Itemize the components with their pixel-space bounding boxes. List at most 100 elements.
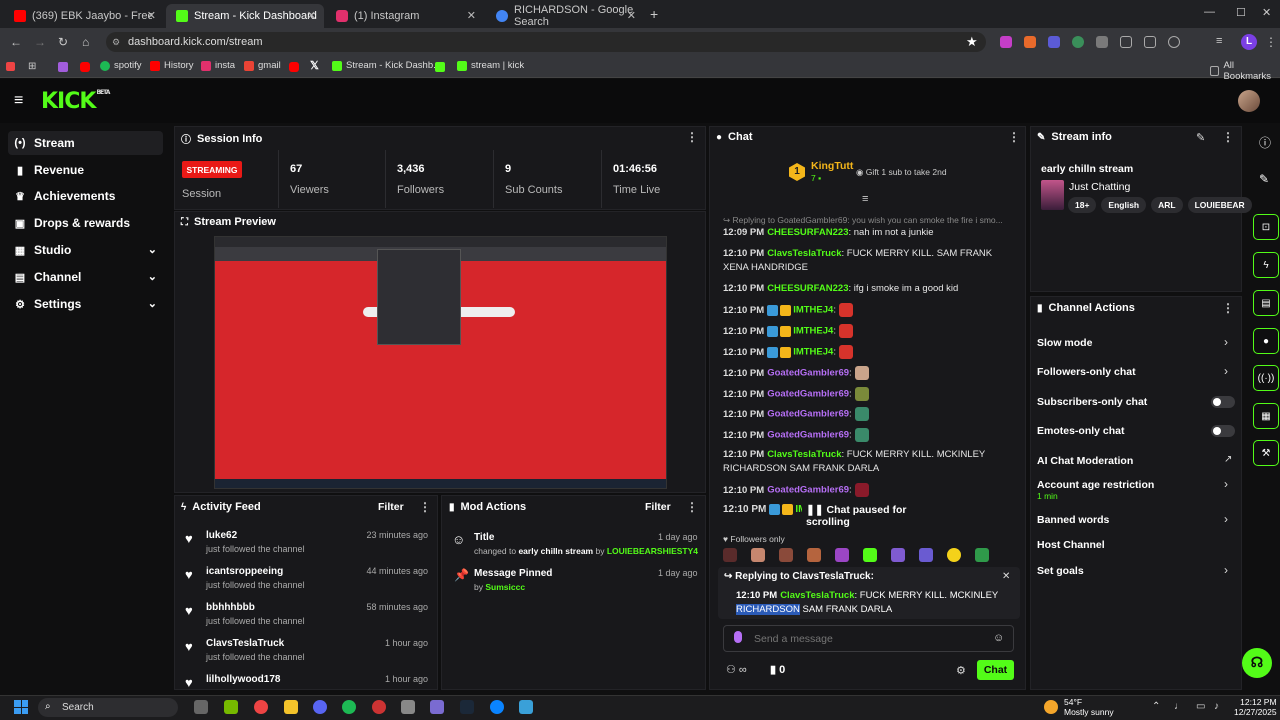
browser-tab[interactable]: (369) EBK Jaaybo - Free Whoa ✕: [4, 4, 164, 28]
chat-username[interactable]: IMTHEJ4: [793, 326, 833, 337]
home-icon[interactable]: ⌂: [82, 35, 89, 49]
sidebar-item-stream[interactable]: (•) Stream: [8, 131, 163, 155]
tag-chip[interactable]: ARL: [1151, 197, 1183, 213]
mod-user[interactable]: Sumsiccc: [485, 582, 525, 592]
channel-action-item[interactable]: Host Channel: [1037, 539, 1105, 551]
puzzle-icon[interactable]: [1120, 36, 1132, 48]
chat-emote[interactable]: [854, 366, 869, 380]
nvidia-icon[interactable]: [224, 700, 238, 714]
rail-document-icon[interactable]: ▤: [1253, 290, 1279, 316]
sidebar-item-settings[interactable]: ⚙ Settings ⌄: [8, 292, 163, 316]
channel-action-item[interactable]: Emotes-only chat: [1037, 425, 1125, 437]
download-icon[interactable]: [1168, 36, 1180, 48]
game-icon[interactable]: [430, 700, 444, 714]
maximize-icon[interactable]: ☐: [1236, 6, 1246, 19]
microphone-icon[interactable]: ♩: [1174, 701, 1184, 712]
chevron-right-icon[interactable]: ›: [1224, 512, 1228, 526]
hamburger-menu-icon[interactable]: ≡: [14, 92, 23, 110]
chat-username[interactable]: GoatedGambler69: [767, 430, 849, 441]
mod-user[interactable]: LOUIEBEARSHIESTY4: [607, 546, 698, 556]
back-icon[interactable]: ←: [10, 35, 22, 49]
activity-filter-button[interactable]: Filter: [378, 501, 404, 513]
activity-username[interactable]: bbhhhbbb: [206, 602, 255, 613]
emoji-icon[interactable]: ☺: [993, 632, 1004, 644]
chat-menu-icon[interactable]: ⋮: [1008, 130, 1020, 144]
bookmark-icon[interactable]: [58, 62, 68, 72]
stream-info-menu-icon[interactable]: ⋮: [1222, 130, 1234, 144]
browser-tab-active[interactable]: Stream - Kick Dashboard ✕: [166, 4, 324, 28]
network-icon[interactable]: ▭: [1196, 701, 1205, 712]
bookmark-history[interactable]: History: [150, 60, 194, 71]
bookmark-kick-dashboard[interactable]: Stream - Kick Dashb...: [332, 60, 441, 71]
extension-icon[interactable]: [1024, 36, 1036, 48]
sidebar-icon[interactable]: [1144, 36, 1156, 48]
chat-emote[interactable]: [854, 428, 869, 442]
extension-icon[interactable]: [1000, 36, 1012, 48]
chat-emote[interactable]: [854, 387, 869, 401]
chrome-icon[interactable]: [254, 700, 268, 714]
forward-icon[interactable]: →: [34, 35, 46, 49]
weather-widget[interactable]: 54°F Mostly sunny: [1064, 697, 1114, 717]
taskbar-search[interactable]: Search: [38, 698, 178, 717]
extension-icon[interactable]: [1096, 36, 1108, 48]
emote[interactable]: [751, 548, 765, 562]
tag-chip[interactable]: English: [1101, 197, 1147, 213]
clock[interactable]: 12:12 PM 12/27/2025: [1234, 697, 1277, 717]
emote[interactable]: [919, 548, 933, 562]
gift-sub-prompt[interactable]: ◉ Gift 1 sub to take 2nd: [856, 167, 947, 178]
emote[interactable]: [807, 548, 821, 562]
chat-emote[interactable]: [854, 407, 869, 421]
more-menu-icon[interactable]: ⋮: [1265, 35, 1277, 49]
bookmark-star-icon[interactable]: ★: [966, 34, 978, 50]
chat-username[interactable]: IMTHEJ4: [793, 347, 833, 358]
activity-menu-icon[interactable]: ⋮: [419, 500, 431, 514]
channel-action-item[interactable]: Set goals: [1037, 565, 1084, 577]
sidebar-item-achievements[interactable]: ♛ Achievements: [8, 184, 163, 208]
edit-icon[interactable]: ✎: [1259, 172, 1269, 186]
app-icon[interactable]: [372, 700, 386, 714]
task-view-icon[interactable]: [194, 700, 208, 714]
activity-username[interactable]: ClavsTeslaTruck: [206, 638, 284, 649]
chat-paused-notice[interactable]: ❚❚ Chat paused for scrolling: [802, 502, 942, 528]
browser-tab[interactable]: (1) Instagram ✕: [326, 4, 484, 28]
category-thumbnail[interactable]: [1041, 180, 1064, 210]
rail-broadcast-icon[interactable]: ((·)): [1253, 365, 1279, 391]
bookmark-gmail[interactable]: gmail: [244, 60, 281, 71]
external-link-icon[interactable]: ↗: [1224, 454, 1232, 465]
volume-icon[interactable]: ♪: [1214, 701, 1219, 712]
chat-settings-icon[interactable]: ⚙: [956, 664, 966, 677]
chat-send-button[interactable]: Chat: [977, 660, 1014, 680]
tag-chip[interactable]: LOUIEBEAR: [1187, 197, 1252, 213]
extension-icon[interactable]: [1072, 36, 1084, 48]
top-gifter-name[interactable]: KingTutt: [811, 160, 853, 172]
info-icon[interactable]: ⓘ: [1259, 134, 1271, 151]
bookmark-insta[interactable]: insta: [201, 60, 235, 71]
channel-action-item[interactable]: Account age restriction: [1037, 479, 1154, 491]
bookmark-spotify[interactable]: spotify: [100, 60, 141, 71]
extension-icon[interactable]: [1048, 36, 1060, 48]
reload-icon[interactable]: ↻: [58, 35, 68, 49]
chat-username[interactable]: CHEESURFAN223: [767, 227, 848, 238]
expand-icon[interactable]: ≡: [862, 193, 868, 205]
chat-username[interactable]: GoatedGambler69: [767, 389, 849, 400]
channel-action-item[interactable]: Banned words: [1037, 514, 1109, 526]
sidebar-item-revenue[interactable]: ▮ Revenue: [8, 158, 163, 182]
close-window-icon[interactable]: ✕: [1262, 6, 1271, 19]
emote[interactable]: [891, 548, 905, 562]
discord-icon[interactable]: [313, 700, 327, 714]
activity-username[interactable]: icantsroppeeing: [206, 566, 283, 577]
chat-username[interactable]: ClavsTeslaTruck: [767, 248, 841, 259]
mod-filter-button[interactable]: Filter: [645, 501, 671, 513]
weather-sun-icon[interactable]: [1044, 700, 1058, 714]
kick-bookmark-icon[interactable]: [435, 62, 445, 72]
microphone-icon[interactable]: [734, 631, 742, 643]
chat-username[interactable]: CHEESURFAN223: [767, 283, 848, 294]
chat-emote[interactable]: [838, 303, 853, 317]
chat-username[interactable]: ClavsTeslaTruck: [767, 449, 841, 460]
category-name[interactable]: Just Chatting: [1069, 181, 1130, 193]
close-tab-icon[interactable]: ✕: [467, 9, 476, 22]
mod-menu-icon[interactable]: ⋮: [686, 500, 698, 514]
emote[interactable]: [779, 548, 793, 562]
youtube-bookmark-icon[interactable]: [80, 62, 90, 72]
toggle-switch[interactable]: [1211, 396, 1235, 408]
